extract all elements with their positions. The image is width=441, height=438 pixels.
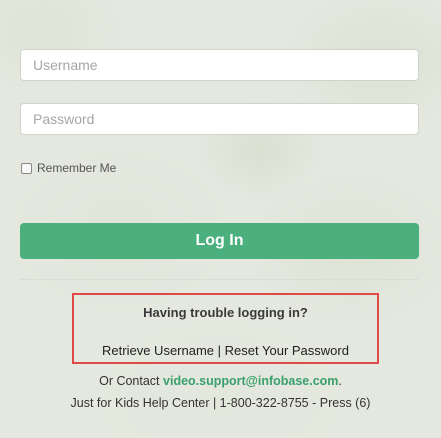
trouble-title: Having trouble logging in? <box>143 305 308 320</box>
remember-me-label: Remember Me <box>37 161 117 175</box>
remember-me[interactable]: Remember Me <box>21 161 116 175</box>
contact-suffix: . <box>338 374 342 388</box>
remember-me-checkbox[interactable] <box>21 162 32 174</box>
trouble-box: Having trouble logging in? Retrieve User… <box>72 293 379 364</box>
divider <box>20 279 419 280</box>
login-button[interactable]: Log In <box>20 223 419 259</box>
retrieve-username-link[interactable]: Retrieve Username <box>102 343 214 358</box>
username-input[interactable] <box>20 49 419 81</box>
support-email-link[interactable]: video.support@infobase.com <box>163 374 338 388</box>
contact-prefix: Or Contact <box>99 374 160 388</box>
password-input[interactable] <box>20 103 419 135</box>
reset-password-link[interactable]: Reset Your Password <box>225 343 349 358</box>
help-center-line: Just for Kids Help Center | 1-800-322-87… <box>70 396 371 410</box>
trouble-links: Retrieve Username | Reset Your Password <box>74 343 377 358</box>
link-separator: | <box>217 343 222 358</box>
contact-line: Or Contact video.support@infobase.com. <box>0 374 441 388</box>
